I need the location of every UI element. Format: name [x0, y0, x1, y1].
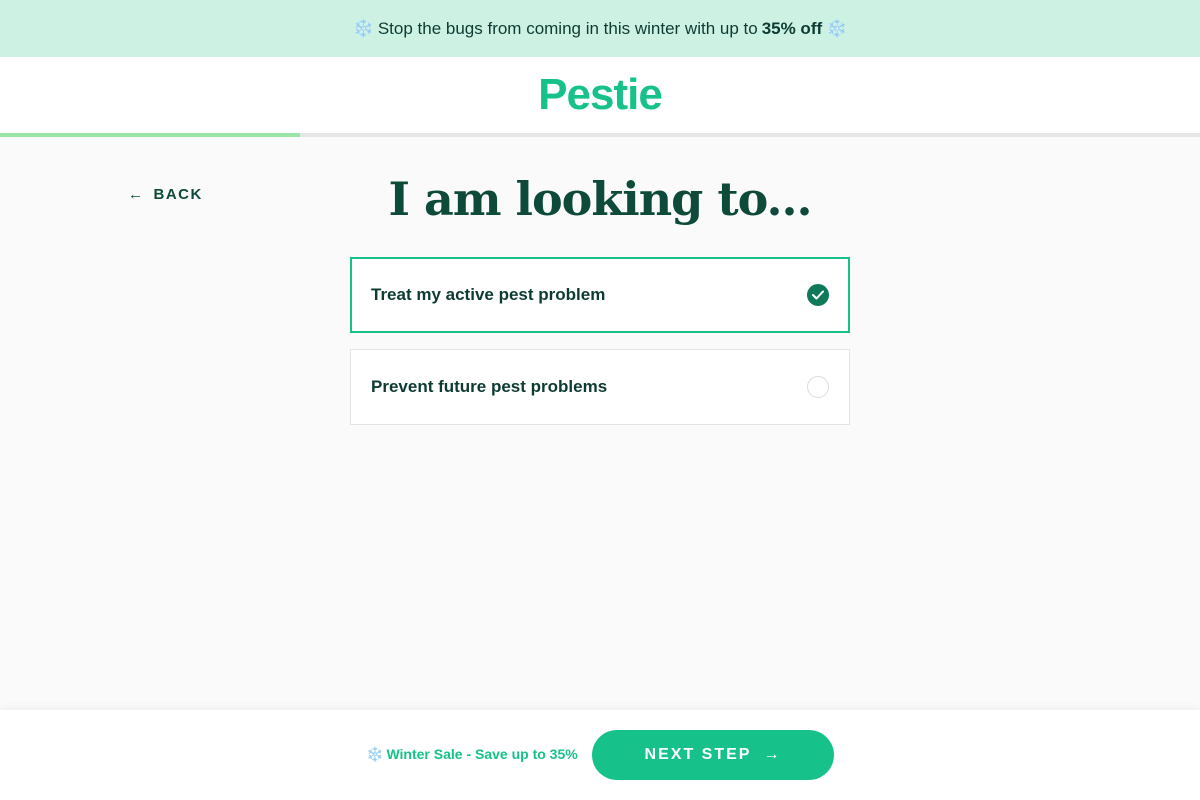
option-label: Prevent future pest problems — [371, 377, 608, 396]
site-header: Pestie — [0, 57, 1200, 133]
footer-bar: ❄️ Winter Sale - Save up to 35% NEXT STEP… — [0, 710, 1200, 800]
snowflake-icon: ❄️ — [352, 18, 374, 38]
radio-icon[interactable] — [807, 376, 829, 398]
next-step-button[interactable]: NEXT STEP → — [592, 730, 834, 780]
promo-text: Stop the bugs from coming in this winter… — [377, 18, 758, 38]
option-treat-active[interactable]: Treat my active pest problem — [350, 257, 850, 333]
snowflake-icon: ❄️ — [826, 18, 848, 38]
promo-banner: ❄️ Stop the bugs from coming in this win… — [0, 0, 1200, 57]
progress-fill — [0, 133, 300, 137]
sale-label: Winter Sale - Save up to 35% — [386, 746, 578, 762]
pestie-logo[interactable]: Pestie — [538, 70, 663, 120]
progress-bar — [0, 133, 1200, 137]
page-title: I am looking to... — [388, 172, 813, 226]
promo-highlight: 35% off — [761, 18, 823, 38]
next-step-label: NEXT STEP — [644, 746, 752, 763]
option-label: Treat my active pest problem — [371, 285, 606, 304]
checkmark-icon[interactable] — [807, 284, 829, 306]
option-prevent-future[interactable]: Prevent future pest problems — [350, 349, 850, 425]
arrow-right-icon: → — [763, 746, 782, 763]
footer-sale-text: ❄️ Winter Sale - Save up to 35% — [366, 746, 578, 763]
snowflake-icon: ❄️ — [366, 746, 384, 762]
